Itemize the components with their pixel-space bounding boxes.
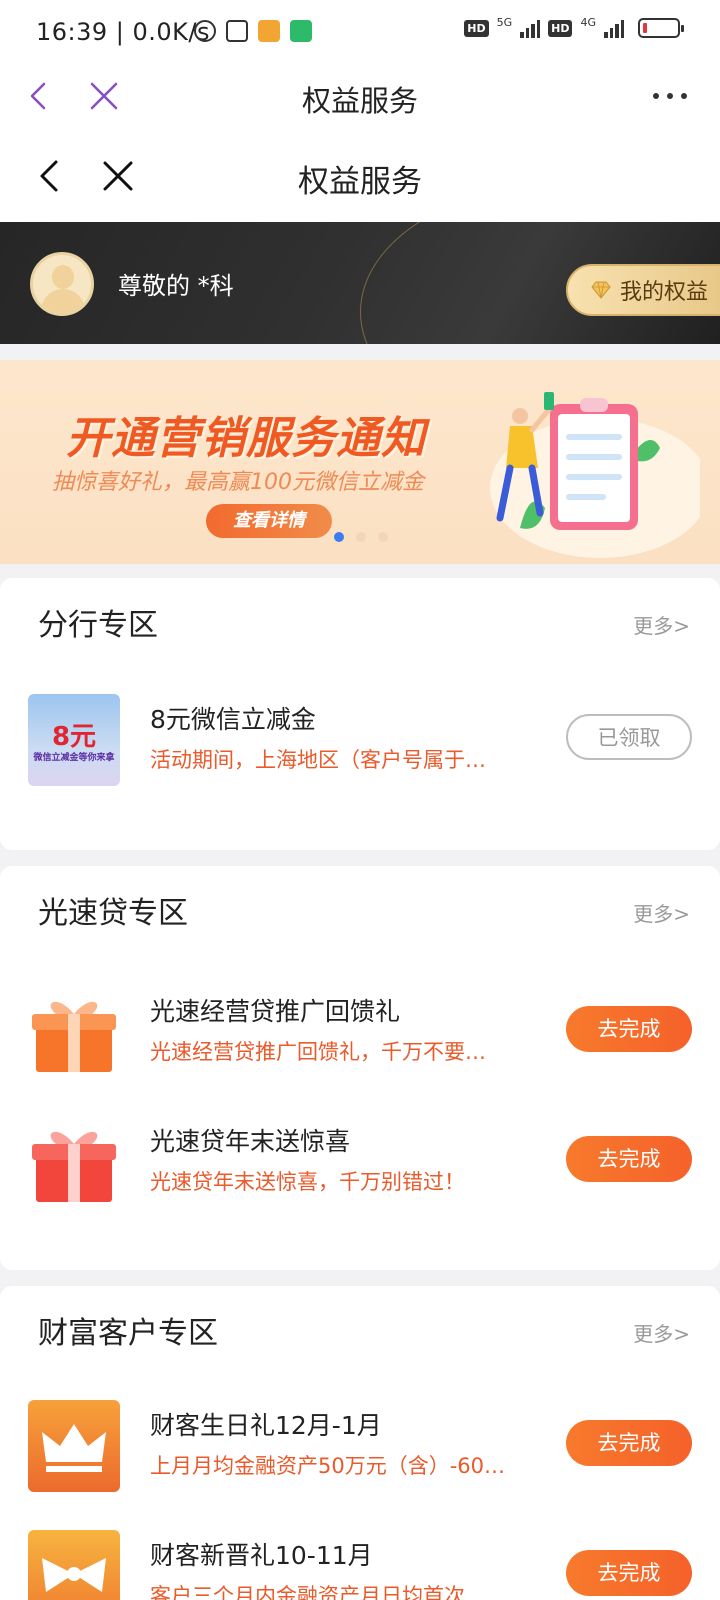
section-more-link[interactable]: 更多>: [633, 898, 690, 927]
thumb-text: 8元: [51, 722, 97, 752]
item-title: 光速经营贷推广回馈礼: [150, 997, 401, 1026]
complete-button[interactable]: 去完成: [566, 1420, 692, 1466]
clipboard-illustration: [490, 392, 700, 558]
list-item[interactable]: 光速贷年末送惊喜 光速贷年末送惊喜，千万别错过！ 去完成: [0, 1116, 720, 1216]
gift-box-icon: [32, 1001, 116, 1072]
thumb-subtext: 微信立减金等你来拿: [33, 753, 115, 763]
section-guangsudai: 光速贷专区 更多> 光速经营贷推广回馈礼 光速经营贷推广回馈礼，千万不要… 去完…: [0, 866, 720, 1270]
complete-button[interactable]: 去完成: [566, 1006, 692, 1052]
complete-button[interactable]: 去完成: [566, 1136, 692, 1182]
member-greeting: 尊敬的 *科: [118, 272, 234, 300]
list-item[interactable]: 财客新晋礼10-11月 客户三个月内金融资产月日均首次… 去完成: [0, 1530, 720, 1600]
avatar[interactable]: [30, 252, 94, 316]
carousel-dot-2[interactable]: [356, 532, 366, 542]
my-rights-button[interactable]: 我的权益: [566, 264, 720, 316]
network-4g-label: 4G: [580, 15, 596, 29]
item-desc: 光速经营贷推广回馈礼，千万不要…: [150, 1040, 486, 1064]
item-desc: 活动期间，上海地区（客户号属于…: [150, 748, 486, 772]
bow-thumbnail: [28, 1530, 120, 1600]
battery-icon: [638, 18, 684, 38]
crown-thumbnail: [28, 1400, 120, 1492]
hd-badge-2: HD: [548, 19, 573, 37]
network-5g-label: 5G: [496, 15, 513, 29]
banner-detail-button[interactable]: 查看详情: [206, 504, 332, 538]
banner-subline: 抽惊喜好礼，最高赢100元微信立减金: [52, 470, 424, 495]
complete-button[interactable]: 去完成: [566, 1550, 692, 1596]
page-title: 权益服务: [298, 164, 422, 200]
item-title: 财客生日礼12月-1月: [150, 1411, 382, 1440]
section-title: 光速贷专区: [38, 896, 188, 931]
nfc-icon: [226, 20, 248, 42]
section-more-link[interactable]: 更多>: [633, 1318, 690, 1347]
section-title: 财富客户专区: [38, 1316, 218, 1351]
section-title: 分行专区: [38, 608, 158, 643]
section-wealth-client: 财富客户专区 更多> 财客生日礼12月-1月 上月月均金融资产50万元（含）-6…: [0, 1286, 720, 1600]
status-time: 16:39 | 0.0K/s: [36, 18, 211, 46]
item-title: 8元微信立减金: [150, 705, 316, 734]
signal-icon-2: [604, 18, 624, 38]
gift-box-icon: [32, 1131, 116, 1202]
inner-nav-bar: 权益服务: [0, 126, 720, 222]
outer-page-title: 权益服务: [301, 84, 418, 118]
hd-badge-1: HD: [464, 19, 489, 37]
more-options-icon[interactable]: [646, 78, 694, 114]
alarm-icon: [194, 20, 216, 42]
member-banner: 尊敬的 *科 我的权益: [0, 222, 720, 344]
status-icons: [194, 20, 312, 42]
status-right: HD 5G HD 4G: [464, 15, 684, 38]
item-desc: 客户三个月内金融资产月日均首次…: [150, 1584, 486, 1600]
outer-nav-bar: 权益服务: [0, 66, 720, 126]
bow-icon: [42, 1558, 106, 1592]
list-item[interactable]: 8元 微信立减金等你来拿 8元微信立减金 活动期间，上海地区（客户号属于… 已领…: [0, 694, 720, 794]
app-notification-icon: [258, 20, 280, 42]
shield-notification-icon: [290, 20, 312, 42]
section-more-link[interactable]: 更多>: [633, 610, 690, 639]
list-item[interactable]: 光速经营贷推广回馈礼 光速经营贷推广回馈礼，千万不要… 去完成: [0, 986, 720, 1086]
diamond-icon: [591, 281, 611, 299]
list-item[interactable]: 财客生日礼12月-1月 上月月均金融资产50万元（含）-60… 去完成: [0, 1400, 720, 1500]
crown-icon: [42, 1424, 106, 1472]
item-desc: 上月月均金融资产50万元（含）-60…: [150, 1454, 506, 1478]
item-desc: 光速贷年末送惊喜，千万别错过！: [150, 1170, 465, 1194]
banner-headline: 开通营销服务通知: [66, 413, 426, 464]
section-branch: 分行专区 更多> 8元 微信立减金等你来拿 8元微信立减金 活动期间，上海地区（…: [0, 578, 720, 850]
carousel-dots[interactable]: [334, 532, 388, 542]
promo-banner[interactable]: 开通营销服务通知 抽惊喜好礼，最高赢100元微信立减金 查看详情: [0, 360, 720, 564]
wechat-coupon-thumbnail: 8元 微信立减金等你来拿: [28, 694, 120, 786]
status-bar: 16:39 | 0.0K/s HD 5G HD 4G: [0, 0, 720, 66]
carousel-dot-1[interactable]: [334, 532, 344, 542]
item-title: 财客新晋礼10-11月: [150, 1541, 373, 1570]
item-title: 光速贷年末送惊喜: [150, 1127, 351, 1156]
claimed-button[interactable]: 已领取: [566, 714, 692, 760]
my-rights-label: 我的权益: [620, 280, 709, 305]
carousel-dot-3[interactable]: [378, 532, 388, 542]
signal-icon-1: [520, 18, 541, 38]
